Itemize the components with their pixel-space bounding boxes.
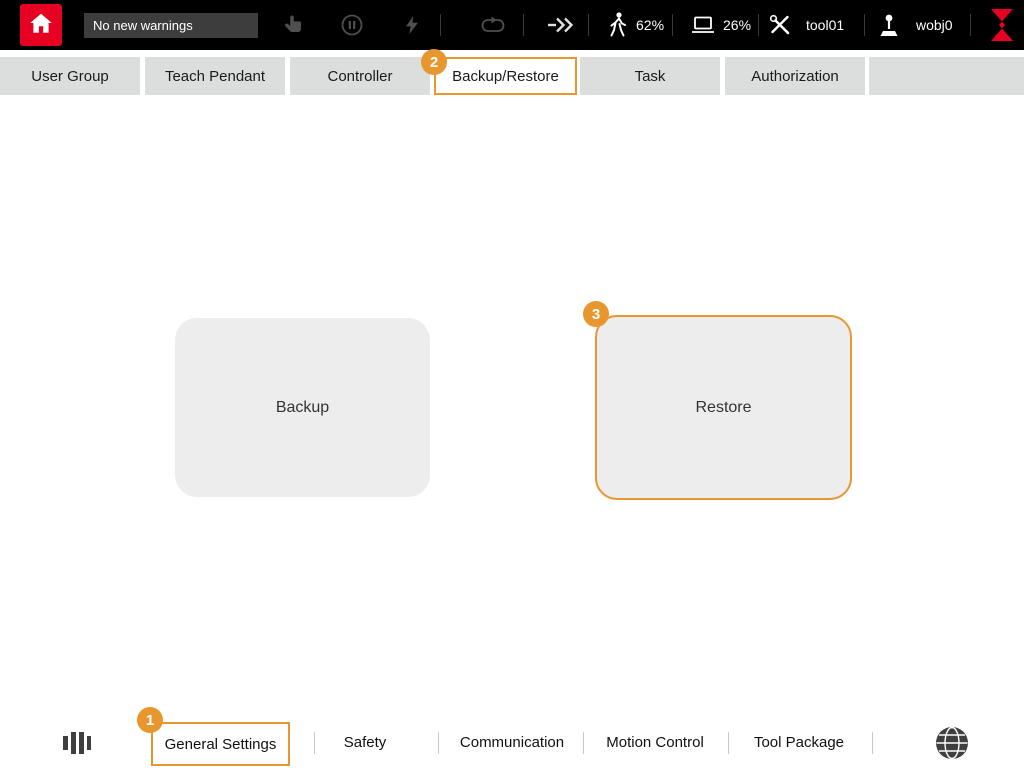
divider <box>758 14 759 36</box>
tab-controller[interactable]: Controller <box>290 57 430 95</box>
brand-logo-icon <box>988 0 1016 50</box>
tab-user-group[interactable]: User Group <box>0 57 140 95</box>
tool-value[interactable]: tool01 <box>806 0 844 50</box>
home-icon <box>28 10 54 41</box>
nav-general-settings[interactable]: General Settings <box>151 722 290 766</box>
app-root: No new warnings <box>0 0 1024 768</box>
nav-communication[interactable]: Communication <box>460 718 564 768</box>
step-badge-1: 1 <box>137 707 163 733</box>
divider <box>672 14 673 36</box>
divider <box>872 732 873 754</box>
divider <box>588 14 589 36</box>
tab-task[interactable]: Task <box>580 57 720 95</box>
monitor-value[interactable]: 26% <box>723 0 751 50</box>
nav-tool-package[interactable]: Tool Package <box>754 718 844 768</box>
tool-icon[interactable] <box>768 0 792 50</box>
tab-authorization[interactable]: Authorization <box>725 57 865 95</box>
divider <box>523 14 524 36</box>
pause-icon[interactable] <box>340 0 364 50</box>
menu-bars-icon[interactable] <box>60 729 92 757</box>
divider <box>438 732 439 754</box>
divider <box>728 732 729 754</box>
tab-backup-restore[interactable]: Backup/Restore <box>434 57 577 95</box>
top-status-bar: No new warnings <box>0 0 1024 50</box>
divider <box>864 14 865 36</box>
divider <box>970 14 971 36</box>
divider <box>440 14 441 36</box>
home-button[interactable] <box>20 4 62 46</box>
tab-teach-pendant[interactable]: Teach Pendant <box>145 57 285 95</box>
loop-run-icon[interactable] <box>480 0 506 50</box>
backup-button[interactable]: Backup <box>175 318 430 497</box>
wobj-value[interactable]: wobj0 <box>916 0 953 50</box>
step-badge-2: 2 <box>421 49 447 75</box>
divider <box>583 732 584 754</box>
speed-person-icon[interactable] <box>608 0 628 50</box>
step-arrows-icon[interactable] <box>546 0 576 50</box>
language-globe-icon[interactable] <box>934 725 970 761</box>
status-message[interactable]: No new warnings <box>84 13 258 38</box>
hand-guide-icon[interactable] <box>281 0 305 50</box>
tab-filler <box>869 57 1024 95</box>
nav-motion-control[interactable]: Motion Control <box>606 718 704 768</box>
step-badge-3: 3 <box>583 301 609 327</box>
monitor-icon[interactable] <box>690 0 716 50</box>
speed-value[interactable]: 62% <box>636 0 664 50</box>
divider <box>314 732 315 754</box>
restore-button[interactable]: Restore <box>595 315 852 500</box>
power-bolt-icon[interactable] <box>401 0 423 50</box>
nav-safety[interactable]: Safety <box>344 718 387 768</box>
wobj-joystick-icon[interactable] <box>877 0 901 50</box>
